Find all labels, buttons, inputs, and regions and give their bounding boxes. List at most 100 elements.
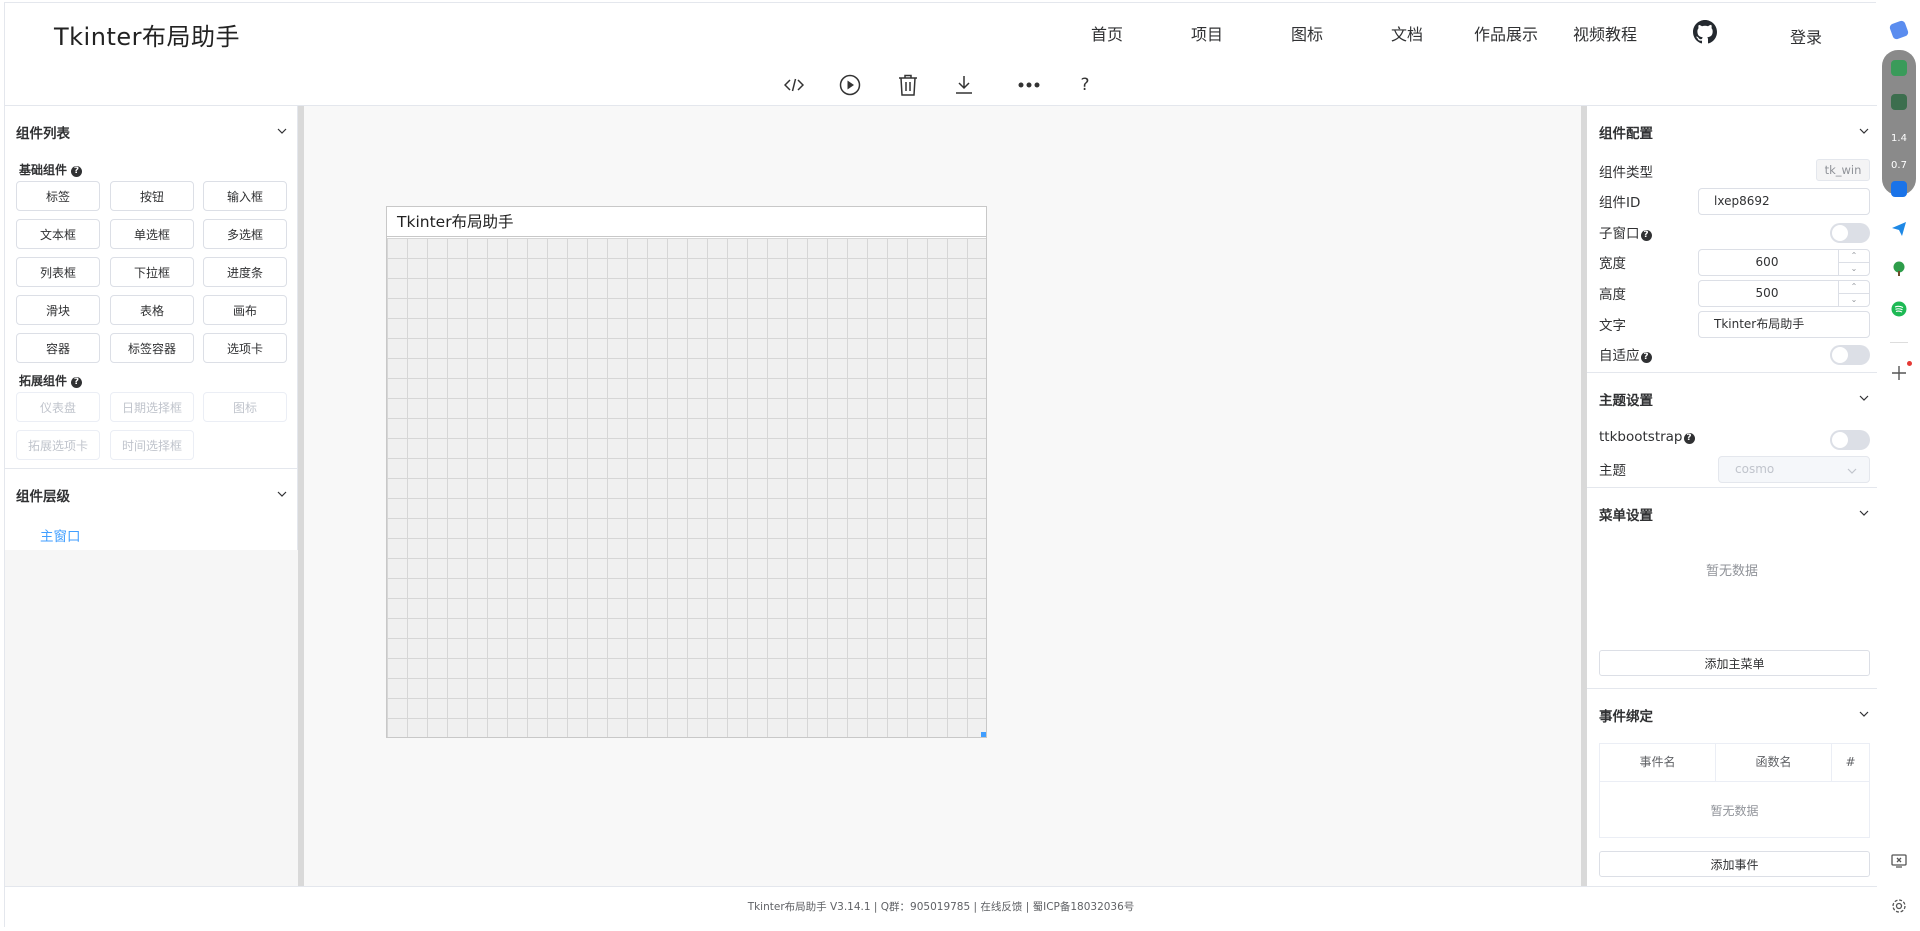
event-col-function: 函数名 [1716,744,1832,781]
divider [1587,372,1877,373]
more-icon[interactable] [1016,72,1042,98]
add-icon[interactable] [1892,366,1906,380]
hierarchy-main-window[interactable]: 主窗口 [40,525,81,545]
nav-docs[interactable]: 文档 [1391,21,1423,45]
download-icon[interactable] [951,72,977,98]
id-input[interactable]: lxep8692 [1698,188,1870,215]
right-panel: 组件配置 组件类型 tk_win 组件ID lxep8692 子窗口? 宽度 6… [1587,106,1877,886]
nav-home[interactable]: 首页 [1091,21,1123,45]
table-header-line [1600,781,1869,782]
theme-select[interactable]: cosmo [1718,456,1870,483]
component-radio[interactable]: 单选框 [110,219,194,249]
id-label: 组件ID [1599,195,1641,211]
notification-dot [1907,361,1912,366]
design-canvas[interactable]: Tkinter布局助手 [304,106,1581,886]
chevron-down-icon[interactable] [1859,709,1869,719]
nav-showcase[interactable]: 作品展示 [1474,21,1538,45]
component-labelframe[interactable]: 标签容器 [110,333,194,363]
component-combobox[interactable]: 下拉框 [110,257,194,287]
component-date-picker: 日期选择框 [110,392,194,422]
event-empty-text: 暂无数据 [1710,804,1759,818]
component-list-panel: 组件列表 基础组件? 标签 按钮 输入框 文本框 单选框 多选框 列表框 下拉框… [5,106,298,550]
theme-label: 主题 [1599,463,1626,479]
component-progressbar[interactable]: 进度条 [203,257,287,287]
question-icon[interactable]: ? [1640,230,1652,241]
github-icon[interactable] [1693,20,1717,44]
chevron-down-icon[interactable] [277,489,287,499]
tk-window-title: Tkinter布局助手 [387,207,986,237]
adaptive-switch[interactable] [1830,345,1870,365]
text-input[interactable]: Tkinter布局助手 [1698,311,1870,338]
component-checkbox[interactable]: 多选框 [203,219,287,249]
component-notebook[interactable]: 选项卡 [203,333,287,363]
login-link[interactable]: 登录 [1790,24,1822,48]
help-icon[interactable]: ? [1072,72,1098,98]
text-label: 文字 [1599,318,1626,334]
resize-handle[interactable] [981,732,986,737]
nav-video-tutorials[interactable]: 视频教程 [1573,21,1637,45]
ttkbootstrap-switch[interactable] [1830,430,1870,450]
decrease-icon[interactable]: ⌄ [1839,263,1869,275]
menu-title: 菜单设置 [1599,508,1653,524]
code-icon[interactable] [781,72,807,98]
component-frame[interactable]: 容器 [16,333,100,363]
app-icon[interactable] [1891,94,1907,110]
spotify-icon[interactable] [1891,301,1907,317]
question-icon[interactable]: ? [71,166,83,177]
sidebar-widget-strip: 1.4 0.7 [1882,50,1916,195]
component-ext-notebook: 拓展选项卡 [16,430,100,460]
outlook-icon[interactable] [1891,181,1907,197]
question-icon[interactable]: ? [71,377,83,388]
nav-projects[interactable]: 项目 [1191,21,1223,45]
chevron-down-icon[interactable] [1859,393,1869,403]
play-icon[interactable] [837,72,863,98]
decrease-icon[interactable]: ⌄ [1839,294,1869,306]
nav-icons[interactable]: 图标 [1291,21,1323,45]
chevron-down-icon[interactable] [277,126,287,136]
event-col-index: # [1845,755,1856,769]
component-canvas[interactable]: 画布 [203,295,287,325]
question-icon[interactable]: ? [1683,433,1695,444]
tag-icon[interactable] [1888,19,1910,41]
width-value[interactable]: 600 [1699,250,1835,275]
add-event-button[interactable]: 添加事件 [1599,851,1870,877]
component-scale[interactable]: 滑块 [16,295,100,325]
tk-window-preview[interactable]: Tkinter布局助手 [386,206,987,738]
component-text[interactable]: 文本框 [16,219,100,249]
theme-title: 主题设置 [1599,393,1653,409]
component-listbox[interactable]: 列表框 [16,257,100,287]
brand-title[interactable]: Tkinter布局助手 [54,17,240,52]
chevron-down-icon[interactable] [1859,126,1869,136]
child-window-switch[interactable] [1830,223,1870,243]
add-main-menu-button[interactable]: 添加主菜单 [1599,650,1870,676]
browser-sidebar: 1.4 0.7 [1878,0,1920,931]
component-icon: 图标 [203,392,287,422]
divider [1587,487,1877,488]
component-table[interactable]: 表格 [110,295,194,325]
height-value[interactable]: 500 [1699,281,1835,306]
chevron-down-icon [1847,468,1857,474]
height-input[interactable]: 500 ⌃ ⌄ [1698,280,1870,307]
send-icon[interactable] [1891,221,1907,237]
top-navbar: Tkinter布局助手 首页 项目 图标 文档 作品展示 视频教程 登录 [5,3,1877,65]
chevron-down-icon[interactable] [1859,508,1869,518]
menu-empty-text: 暂无数据 [1706,564,1759,579]
width-label: 宽度 [1599,256,1626,272]
component-label[interactable]: 标签 [16,181,100,211]
component-entry[interactable]: 输入框 [203,181,287,211]
width-input[interactable]: 600 ⌃ ⌄ [1698,249,1870,276]
increase-icon[interactable]: ⌃ [1839,281,1869,294]
screen-capture-icon[interactable] [1891,854,1907,868]
tree-icon[interactable] [1891,261,1907,277]
trash-icon[interactable] [895,72,921,98]
tk-window-grid[interactable] [387,238,986,737]
stat-download: 0.7 [1891,160,1907,171]
component-button[interactable]: 按钮 [110,181,194,211]
app-icon[interactable] [1891,60,1907,76]
increase-icon[interactable]: ⌃ [1839,250,1869,263]
switch-knob [1832,225,1848,241]
question-icon[interactable]: ? [1640,352,1652,363]
app-window: Tkinter布局助手 首页 项目 图标 文档 作品展示 视频教程 登录 ? 组… [4,2,1877,928]
settings-icon[interactable] [1891,898,1907,914]
height-stepper: ⌃ ⌄ [1838,281,1869,306]
